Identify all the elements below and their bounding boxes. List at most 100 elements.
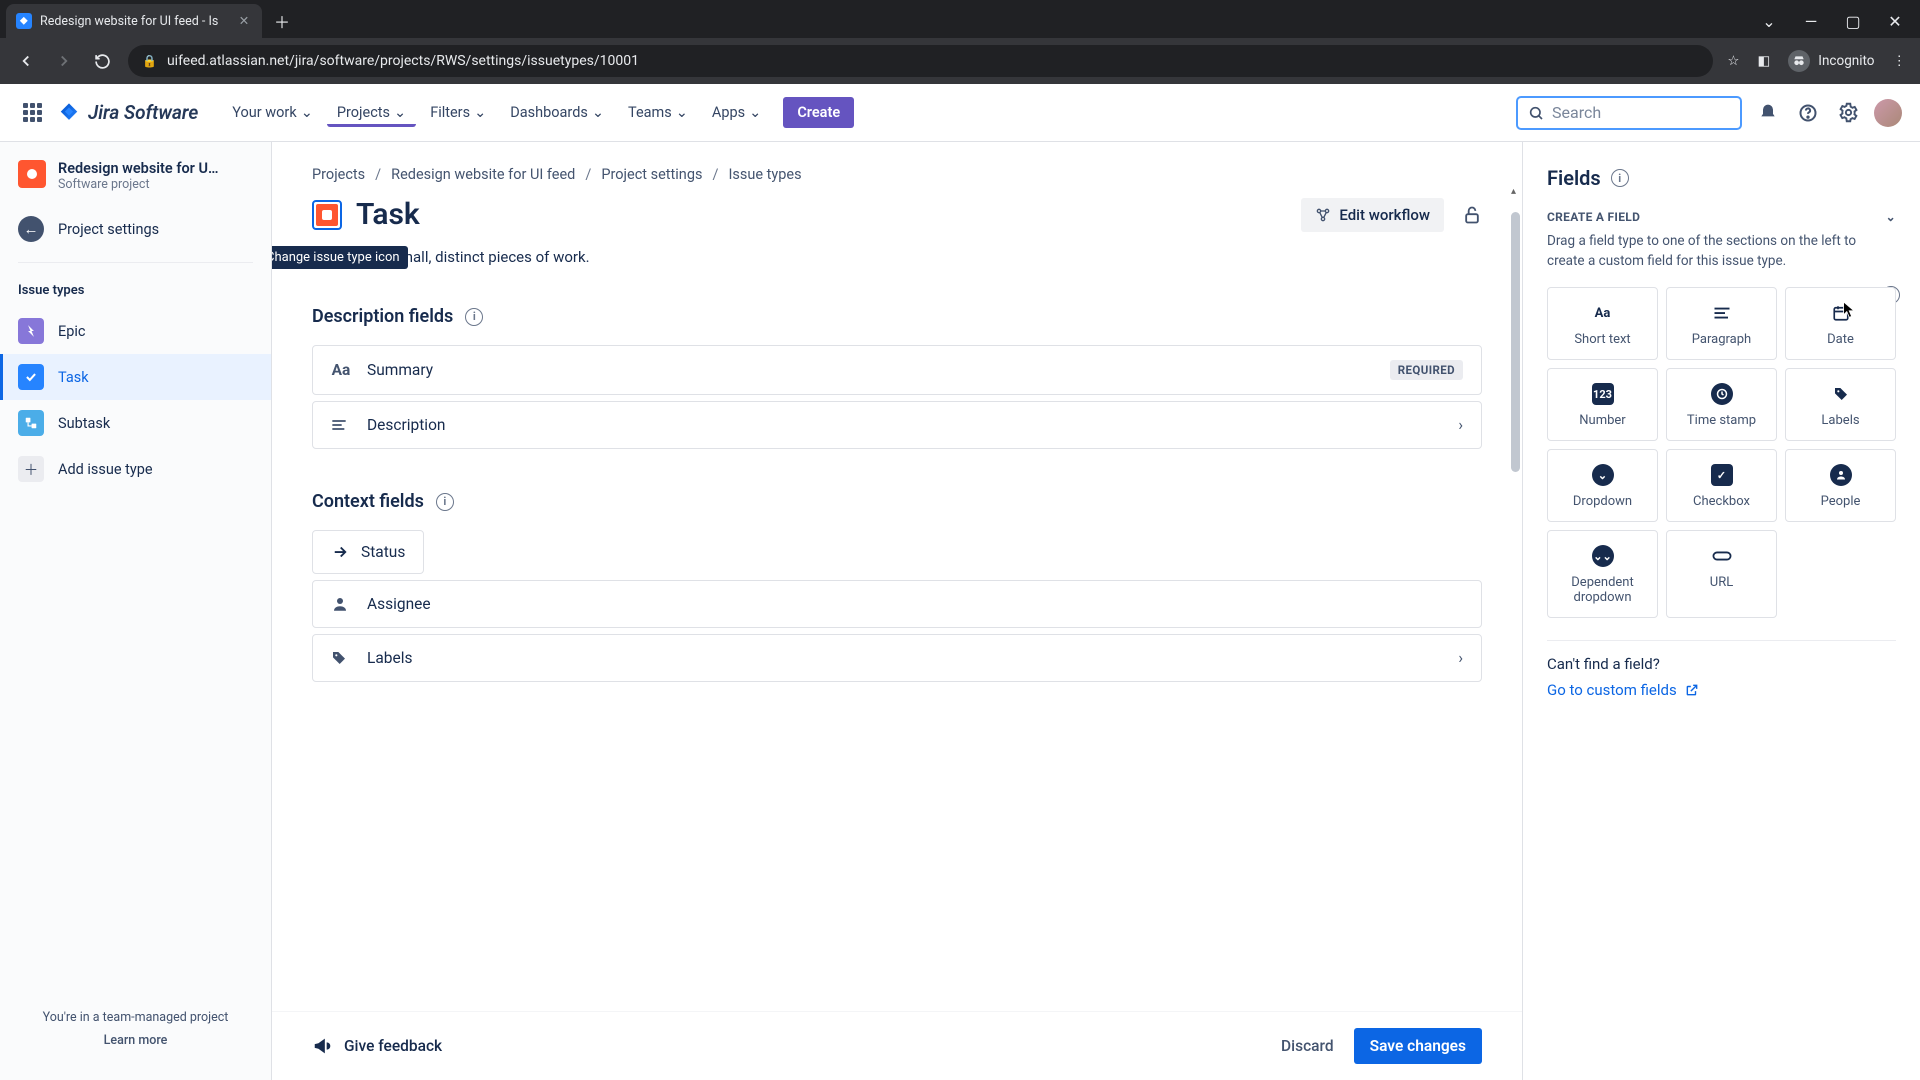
- project-icon: [18, 160, 46, 188]
- fieldtype-paragraph[interactable]: Paragraph: [1666, 287, 1777, 360]
- goto-custom-fields-link[interactable]: Go to custom fields: [1547, 681, 1896, 699]
- fieldtype-date[interactable]: Date: [1785, 287, 1896, 360]
- chevron-down-icon: ⌄: [394, 104, 406, 121]
- field-summary[interactable]: Aa Summary REQUIRED: [312, 345, 1482, 395]
- cant-find-field-label: Can't find a field?: [1547, 655, 1896, 673]
- breadcrumb: Projects/ Redesign website for UI feed/ …: [312, 166, 1482, 183]
- save-changes-button[interactable]: Save changes: [1354, 1028, 1482, 1064]
- unlock-icon[interactable]: [1462, 205, 1482, 225]
- info-icon[interactable]: i: [1611, 169, 1629, 187]
- fieldtype-url[interactable]: URL: [1666, 530, 1777, 618]
- nav-filters[interactable]: Filters⌄: [420, 98, 496, 127]
- issue-type-icon-button[interactable]: [312, 200, 342, 230]
- extensions-icon[interactable]: ◧: [1758, 53, 1771, 69]
- crumb-projects[interactable]: Projects: [312, 166, 365, 183]
- main-content: Projects/ Redesign website for UI feed/ …: [272, 142, 1522, 1080]
- chevron-down-icon: ⌄: [1886, 210, 1896, 224]
- paragraph-icon: [331, 419, 351, 431]
- search-input[interactable]: Search: [1516, 96, 1742, 130]
- forward-icon: [52, 49, 76, 73]
- sidebar-item-subtask[interactable]: Subtask: [0, 400, 271, 446]
- create-field-description: Drag a field type to one of the sections…: [1547, 232, 1896, 271]
- browser-chrome: Redesign website for UI feed - Is ✕ ＋ ⌄ …: [0, 0, 1920, 84]
- tag-icon: [331, 650, 351, 666]
- learn-more-link[interactable]: Learn more: [18, 1033, 253, 1048]
- create-button[interactable]: Create: [783, 97, 854, 128]
- field-status[interactable]: Status: [312, 530, 424, 574]
- sidebar-footer-text: You're in a team-managed project: [18, 1010, 253, 1025]
- chevron-down-icon: ⌄: [676, 104, 688, 121]
- fieldtype-dropdown[interactable]: ⌄Dropdown: [1547, 449, 1658, 522]
- notifications-icon[interactable]: [1754, 99, 1782, 127]
- nav-projects[interactable]: Projects⌄: [327, 98, 416, 127]
- sidebar-item-task[interactable]: Task: [0, 354, 271, 400]
- crumb-issuetypes[interactable]: Issue types: [728, 166, 801, 183]
- footer-bar: Give feedback Discard Save changes: [272, 1011, 1522, 1080]
- jira-logo[interactable]: Jira Software: [58, 101, 198, 124]
- back-to-project-settings[interactable]: ← Project settings: [0, 208, 271, 250]
- url-text: uifeed.atlassian.net/jira/software/proje…: [167, 53, 639, 69]
- fieldtype-checkbox[interactable]: ✓Checkbox: [1666, 449, 1777, 522]
- fieldtype-short-text[interactable]: AaShort text: [1547, 287, 1658, 360]
- new-tab-button[interactable]: ＋: [268, 7, 296, 35]
- reload-icon[interactable]: [90, 49, 114, 73]
- address-bar[interactable]: 🔒 uifeed.atlassian.net/jira/software/pro…: [128, 45, 1713, 77]
- menu-icon[interactable]: ⋮: [1893, 53, 1907, 69]
- help-icon[interactable]: [1794, 99, 1822, 127]
- close-tab-icon[interactable]: ✕: [236, 13, 252, 29]
- minimize-icon[interactable]: ―: [1802, 12, 1820, 31]
- context-fields-heading: Context fields: [312, 491, 424, 512]
- description-fields-heading: Description fields: [312, 306, 453, 327]
- fieldtype-number[interactable]: 123Number: [1547, 368, 1658, 441]
- profile-avatar[interactable]: [1874, 99, 1902, 127]
- sidebar-add-issue-type[interactable]: ＋ Add issue type: [0, 446, 271, 492]
- discard-button[interactable]: Discard: [1269, 1029, 1346, 1063]
- jira-favicon: [16, 13, 32, 29]
- short-text-icon: Aa: [331, 361, 351, 379]
- fieldtype-labels[interactable]: Labels: [1785, 368, 1896, 441]
- search-icon: [1528, 105, 1544, 121]
- workflow-icon: [1315, 207, 1331, 223]
- person-icon: [331, 595, 351, 613]
- nav-apps[interactable]: Apps⌄: [702, 98, 771, 127]
- nav-your-work[interactable]: Your work⌄: [222, 98, 323, 127]
- incognito-indicator[interactable]: Incognito: [1788, 50, 1874, 72]
- maximize-icon[interactable]: ▢: [1844, 12, 1862, 31]
- fieldtype-dependent-dropdown[interactable]: ⌄⌄Dependent dropdown: [1547, 530, 1658, 618]
- info-icon[interactable]: i: [465, 308, 483, 326]
- scrollbar[interactable]: ▴ ▾: [1511, 202, 1521, 1080]
- info-icon[interactable]: i: [436, 493, 454, 511]
- lock-icon: 🔒: [142, 54, 157, 68]
- project-subtitle: Software project: [58, 177, 238, 192]
- nav-dashboards[interactable]: Dashboards⌄: [500, 98, 614, 127]
- app-switcher-icon[interactable]: [18, 99, 46, 127]
- settings-icon[interactable]: [1834, 99, 1862, 127]
- sidebar-item-epic[interactable]: Epic: [0, 308, 271, 354]
- give-feedback-button[interactable]: Give feedback: [312, 1035, 442, 1057]
- issue-type-description[interactable]: Tasks track small, distinct pieces of wo…: [312, 248, 1482, 266]
- browser-tab-title: Redesign website for UI feed - Is: [40, 14, 228, 29]
- chevron-down-icon: ⌄: [749, 104, 761, 121]
- project-name: Redesign website for U…: [58, 160, 238, 177]
- nav-teams[interactable]: Teams⌄: [618, 98, 698, 127]
- page-title[interactable]: Task: [356, 197, 420, 232]
- tab-search-icon[interactable]: ⌄: [1760, 12, 1778, 31]
- back-icon[interactable]: [14, 49, 38, 73]
- fieldtype-timestamp[interactable]: Time stamp: [1666, 368, 1777, 441]
- create-field-toggle[interactable]: Create a field ⌄: [1547, 210, 1896, 224]
- browser-tab-active[interactable]: Redesign website for UI feed - Is ✕: [6, 4, 262, 38]
- epic-icon: [18, 318, 44, 344]
- bookmark-icon[interactable]: ☆: [1727, 53, 1739, 69]
- sidebar-group-label: Issue types: [0, 275, 271, 308]
- fieldtype-people[interactable]: People: [1785, 449, 1896, 522]
- subtask-icon: [18, 410, 44, 436]
- crumb-settings[interactable]: Project settings: [601, 166, 702, 183]
- field-labels[interactable]: Labels ›: [312, 634, 1482, 682]
- crumb-project[interactable]: Redesign website for UI feed: [391, 166, 575, 183]
- close-window-icon[interactable]: ✕: [1886, 12, 1904, 31]
- edit-workflow-button[interactable]: Edit workflow: [1301, 198, 1444, 232]
- chevron-down-icon: ⌄: [592, 104, 604, 121]
- task-icon: [18, 364, 44, 390]
- field-assignee[interactable]: Assignee: [312, 580, 1482, 628]
- field-description[interactable]: Description ›: [312, 401, 1482, 449]
